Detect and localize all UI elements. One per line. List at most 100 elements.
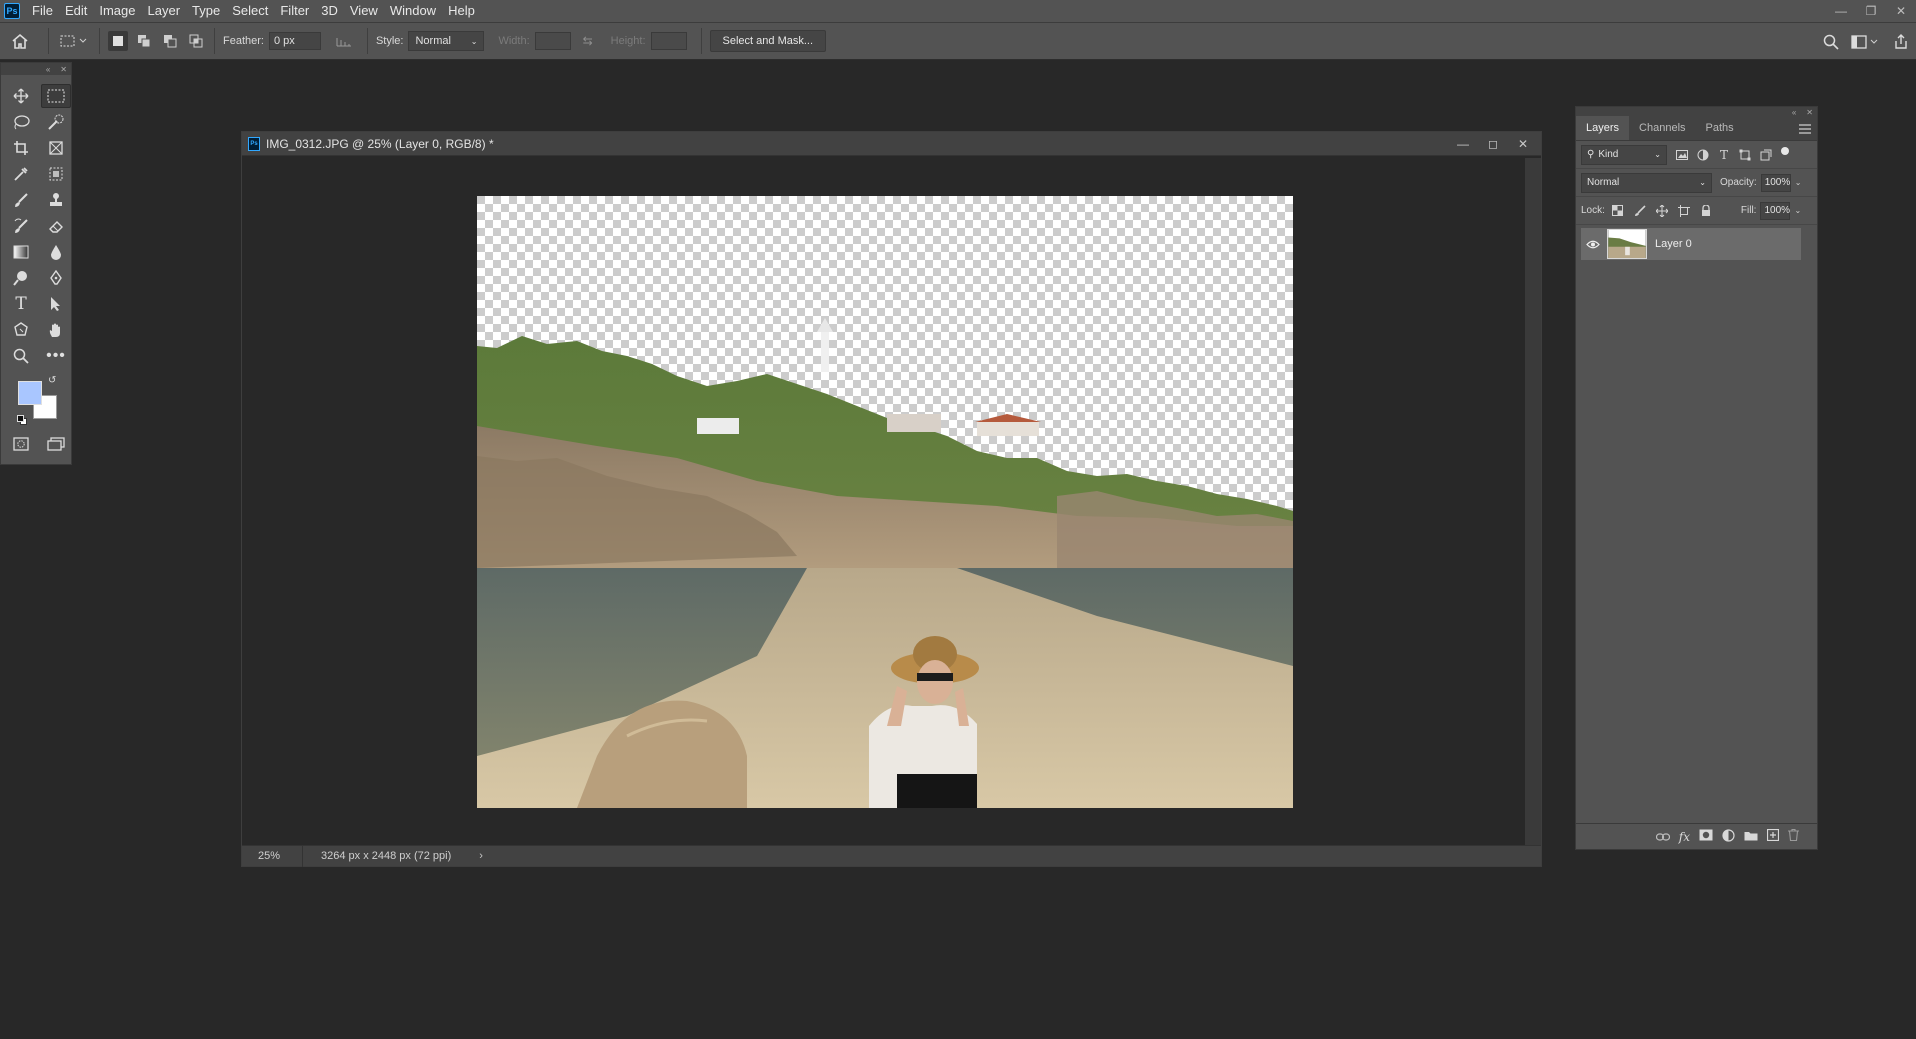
quick-mask-icon[interactable] bbox=[6, 432, 36, 456]
opacity-input[interactable]: 100% bbox=[1760, 173, 1791, 192]
tab-paths[interactable]: Paths bbox=[1696, 116, 1744, 140]
add-selection-icon[interactable] bbox=[134, 31, 154, 51]
clone-stamp-tool-icon[interactable] bbox=[41, 188, 71, 212]
width-input[interactable] bbox=[534, 32, 571, 50]
lock-position-icon[interactable] bbox=[1653, 202, 1671, 220]
dodge-tool-icon[interactable] bbox=[6, 266, 36, 290]
filter-shape-icon[interactable] bbox=[1736, 146, 1754, 164]
new-selection-icon[interactable] bbox=[108, 31, 128, 51]
delete-layer-icon[interactable] bbox=[1788, 828, 1799, 844]
menu-help[interactable]: Help bbox=[442, 0, 481, 22]
filter-smart-object-icon[interactable] bbox=[1757, 146, 1775, 164]
brush-tool-icon[interactable] bbox=[6, 188, 36, 212]
path-selection-tool-icon[interactable] bbox=[41, 292, 71, 316]
layer-style-icon[interactable]: fx bbox=[1679, 830, 1690, 844]
zoom-tool-icon[interactable] bbox=[6, 344, 36, 368]
spot-healing-tool-icon[interactable] bbox=[41, 162, 71, 186]
search-icon[interactable] bbox=[1816, 34, 1846, 50]
marquee-preset-icon[interactable] bbox=[57, 33, 91, 49]
adjustment-layer-icon[interactable] bbox=[1722, 828, 1735, 845]
close-icon[interactable]: ✕ bbox=[1886, 0, 1916, 22]
swap-dimensions-icon[interactable]: ⇆ bbox=[571, 34, 605, 48]
screen-mode-icon[interactable] bbox=[41, 432, 71, 456]
menu-view[interactable]: View bbox=[344, 0, 384, 22]
collapse-icon[interactable]: « bbox=[1792, 108, 1796, 117]
layer-name[interactable]: Layer 0 bbox=[1655, 238, 1692, 250]
chevron-down-icon[interactable]: ⌄ bbox=[1794, 206, 1801, 215]
home-icon[interactable] bbox=[0, 33, 40, 49]
blur-tool-icon[interactable] bbox=[41, 240, 71, 264]
close-icon[interactable]: ✕ bbox=[60, 65, 67, 74]
fill-input[interactable]: 100% bbox=[1760, 201, 1791, 220]
menu-filter[interactable]: Filter bbox=[274, 0, 315, 22]
eyedropper-tool-icon[interactable] bbox=[6, 162, 36, 186]
lock-all-icon[interactable] bbox=[1697, 202, 1715, 220]
select-and-mask-button[interactable]: Select and Mask... bbox=[709, 30, 827, 52]
frame-tool-icon[interactable] bbox=[41, 136, 71, 160]
filter-pixel-icon[interactable] bbox=[1673, 146, 1691, 164]
menu-edit[interactable]: Edit bbox=[59, 0, 93, 22]
gradient-tool-icon[interactable] bbox=[6, 240, 36, 264]
filter-adjustment-icon[interactable] bbox=[1694, 146, 1712, 164]
swap-colors-icon[interactable]: ↺ bbox=[48, 375, 56, 386]
blend-mode-select[interactable]: Normal ⌄ bbox=[1581, 172, 1712, 193]
workspace-icon[interactable] bbox=[1846, 35, 1886, 49]
anti-alias-icon[interactable] bbox=[329, 34, 359, 48]
rectangular-marquee-tool-icon[interactable] bbox=[41, 84, 71, 108]
lock-image-pixels-icon[interactable] bbox=[1631, 202, 1649, 220]
menu-3d[interactable]: 3D bbox=[315, 0, 344, 22]
canvas-image[interactable] bbox=[477, 196, 1293, 808]
eye-icon[interactable] bbox=[1581, 240, 1605, 249]
move-tool-icon[interactable] bbox=[6, 84, 36, 108]
pen-tool-icon[interactable] bbox=[41, 266, 71, 290]
menu-file[interactable]: File bbox=[26, 0, 59, 22]
menu-select[interactable]: Select bbox=[226, 0, 274, 22]
foreground-color-swatch[interactable] bbox=[18, 381, 42, 405]
restore-icon[interactable]: ❐ bbox=[1856, 0, 1886, 22]
filter-toggle-icon[interactable] bbox=[1781, 146, 1789, 155]
document-titlebar[interactable]: Ps IMG_0312.JPG @ 25% (Layer 0, RGB/8) *… bbox=[242, 132, 1541, 156]
lasso-tool-icon[interactable] bbox=[6, 110, 36, 134]
chevron-right-icon[interactable]: › bbox=[479, 850, 483, 862]
tab-channels[interactable]: Channels bbox=[1629, 116, 1695, 140]
eraser-tool-icon[interactable] bbox=[41, 214, 71, 238]
height-input[interactable] bbox=[650, 32, 687, 50]
menu-layer[interactable]: Layer bbox=[142, 0, 187, 22]
collapse-icon[interactable]: « bbox=[46, 65, 50, 74]
subtract-selection-icon[interactable] bbox=[160, 31, 180, 51]
intersect-selection-icon[interactable] bbox=[186, 31, 206, 51]
maximize-icon[interactable]: ◻ bbox=[1483, 137, 1503, 151]
canvas-area[interactable] bbox=[245, 158, 1524, 847]
menu-window[interactable]: Window bbox=[384, 0, 442, 22]
chevron-down-icon[interactable]: ⌄ bbox=[1795, 178, 1802, 187]
minimize-icon[interactable]: — bbox=[1453, 137, 1473, 151]
feather-input[interactable] bbox=[268, 32, 321, 50]
quick-selection-tool-icon[interactable] bbox=[41, 110, 71, 134]
zoom-level[interactable]: 25% bbox=[242, 850, 302, 862]
crop-tool-icon[interactable] bbox=[6, 136, 36, 160]
menu-image[interactable]: Image bbox=[93, 0, 141, 22]
default-colors-icon[interactable] bbox=[17, 415, 27, 425]
filter-type-icon[interactable]: T bbox=[1715, 146, 1733, 164]
shape-tool-icon[interactable] bbox=[6, 318, 36, 342]
menu-type[interactable]: Type bbox=[186, 0, 226, 22]
panel-menu-icon[interactable] bbox=[1799, 123, 1811, 137]
close-icon[interactable]: ✕ bbox=[1513, 137, 1533, 151]
hand-tool-icon[interactable] bbox=[41, 318, 71, 342]
vertical-scrollbar[interactable] bbox=[1525, 158, 1541, 847]
lock-transparent-pixels-icon[interactable] bbox=[1609, 202, 1627, 220]
link-layers-icon[interactable] bbox=[1655, 830, 1670, 844]
lock-artboard-icon[interactable] bbox=[1675, 202, 1693, 220]
more-tools-icon[interactable]: ••• bbox=[41, 344, 71, 368]
new-group-icon[interactable] bbox=[1744, 830, 1758, 844]
style-select[interactable]: Normal ⌄ bbox=[408, 31, 485, 51]
tab-layers[interactable]: Layers bbox=[1576, 116, 1630, 140]
layer-row[interactable]: Layer 0 bbox=[1581, 228, 1801, 260]
filter-kind-select[interactable]: ⚲ Kind ⌄ bbox=[1581, 144, 1667, 165]
type-tool-icon[interactable]: T bbox=[6, 292, 36, 316]
close-icon[interactable]: ✕ bbox=[1806, 108, 1813, 117]
new-layer-icon[interactable] bbox=[1766, 828, 1780, 844]
share-icon[interactable] bbox=[1886, 34, 1916, 50]
history-brush-tool-icon[interactable] bbox=[6, 214, 36, 238]
add-mask-icon[interactable] bbox=[1699, 829, 1713, 844]
